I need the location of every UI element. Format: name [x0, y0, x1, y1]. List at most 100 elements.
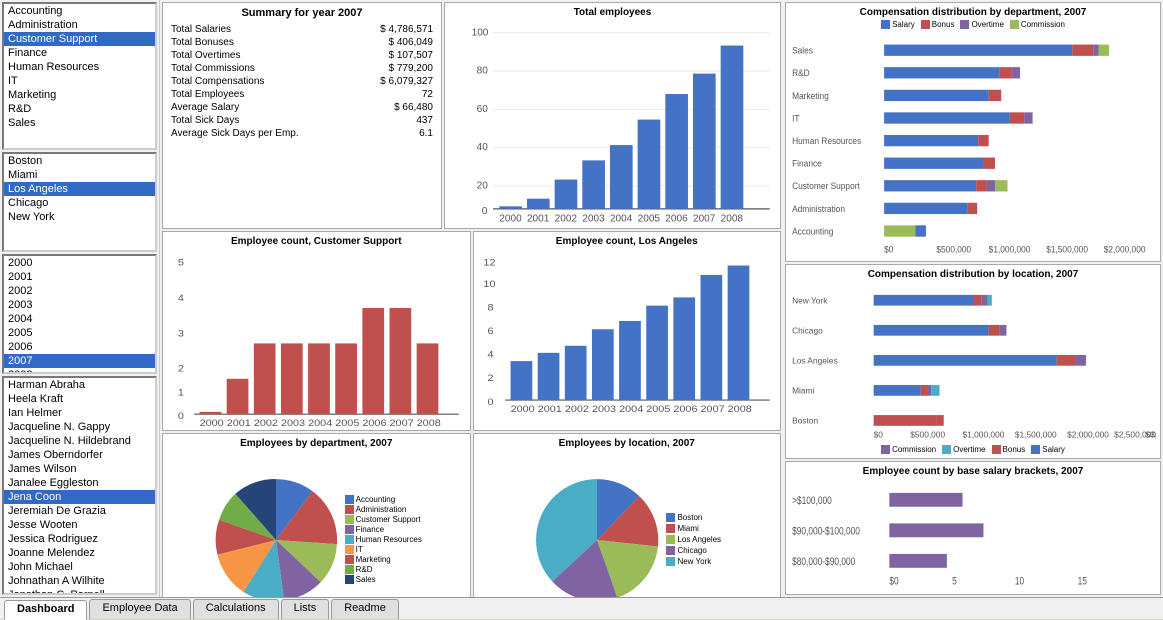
svg-text:Los Angeles: Los Angeles — [792, 355, 838, 365]
list-item[interactable]: 2008 — [4, 368, 155, 374]
list-item[interactable]: Jacqueline N. Gappy — [4, 420, 155, 434]
list-item[interactable]: IT — [4, 74, 155, 88]
list-item[interactable]: 2000 — [4, 256, 155, 270]
city-list[interactable]: BostonMiamiLos AngelesChicagoNew York — [2, 152, 157, 252]
employee-list[interactable]: Harman AbrahaHeela KraftIan HelmerJacque… — [2, 376, 157, 595]
summary-row: Total Compensations$ 6,079,327 — [167, 75, 437, 88]
svg-text:2001: 2001 — [537, 405, 561, 415]
list-item[interactable]: James Oberndorfer — [4, 448, 155, 462]
summary-table: Total Salaries$ 4,786,571Total Bonuses$ … — [167, 23, 437, 140]
list-item[interactable]: Customer Support — [4, 32, 155, 46]
list-item[interactable]: Jessica Rodriguez — [4, 532, 155, 546]
list-item[interactable]: Human Resources — [4, 60, 155, 74]
svg-text:8: 8 — [487, 303, 493, 313]
svg-text:Boston: Boston — [792, 416, 818, 426]
svg-text:2004: 2004 — [610, 214, 633, 225]
list-item[interactable]: Harman Abraha — [4, 378, 155, 392]
tab-calculations[interactable]: Calculations — [193, 599, 279, 619]
list-item[interactable]: Jena Coon — [4, 490, 155, 504]
list-item[interactable]: New York — [4, 210, 155, 224]
svg-text:2005: 2005 — [335, 419, 359, 426]
list-item[interactable]: Janalee Eggleston — [4, 476, 155, 490]
list-item[interactable]: Miami — [4, 168, 155, 182]
svg-text:2001: 2001 — [527, 214, 550, 225]
svg-text:20: 20 — [477, 180, 489, 191]
summary-title: Summary for year 2007 — [167, 7, 437, 19]
svg-text:6: 6 — [487, 327, 493, 337]
list-item[interactable]: 2006 — [4, 340, 155, 354]
svg-text:4: 4 — [178, 294, 184, 304]
list-item[interactable]: James Wilson — [4, 462, 155, 476]
svg-text:2000: 2000 — [499, 214, 522, 225]
summary-row: Total Bonuses$ 406,049 — [167, 36, 437, 49]
svg-text:Human Resources: Human Resources — [792, 136, 862, 146]
tab-lists[interactable]: Lists — [281, 599, 330, 619]
list-item[interactable]: 2007 — [4, 354, 155, 368]
svg-text:Miami: Miami — [792, 386, 814, 396]
svg-text:2007: 2007 — [390, 419, 414, 426]
loc-pie-legend: Boston Miami Los Angeles Chicago New Yor… — [666, 513, 721, 566]
svg-text:60: 60 — [477, 104, 489, 115]
list-item[interactable]: 2002 — [4, 284, 155, 298]
list-item[interactable]: Heela Kraft — [4, 392, 155, 406]
list-item[interactable]: Jonathan C. Parnell — [4, 588, 155, 595]
loc-pie-title: Employees by location, 2007 — [478, 438, 777, 449]
svg-text:$0: $0 — [874, 430, 884, 440]
svg-text:$500,000: $500,000 — [936, 244, 971, 254]
list-item[interactable]: 2005 — [4, 326, 155, 340]
list-item[interactable]: Boston — [4, 154, 155, 168]
total-employees-chart-title: Total employees — [449, 7, 776, 18]
tab-employee-data[interactable]: Employee Data — [89, 599, 190, 619]
list-item[interactable]: 2004 — [4, 312, 155, 326]
tab-readme[interactable]: Readme — [331, 599, 399, 619]
svg-text:40: 40 — [477, 142, 489, 153]
svg-text:2006: 2006 — [362, 419, 386, 426]
list-item[interactable]: Jacqueline N. Hildebrand — [4, 434, 155, 448]
svg-text:1: 1 — [178, 388, 184, 398]
tab-dashboard[interactable]: Dashboard — [4, 600, 87, 620]
list-item[interactable]: R&D — [4, 102, 155, 116]
dept-pie-title: Employees by department, 2007 — [167, 438, 466, 449]
list-item[interactable]: John Michael — [4, 560, 155, 574]
total-employees-chart: 100 80 60 40 20 0 — [449, 20, 776, 224]
svg-text:Finance: Finance — [792, 158, 822, 168]
comp-dept-chart: Sales R&D Marketing IT Human Resources F… — [790, 31, 1156, 257]
list-item[interactable]: Jesse Wooten — [4, 518, 155, 532]
summary-row: Average Salary$ 66,480 — [167, 101, 437, 114]
list-item[interactable]: Jeremiah De Grazia — [4, 504, 155, 518]
svg-text:2006: 2006 — [673, 405, 697, 415]
comp-loc-chart: New York Chicago Los Angeles Miami Bosto… — [790, 282, 1156, 443]
year-list[interactable]: 200020012002200320042005200620072008 — [2, 254, 157, 374]
cs-chart: 5 4 3 2 1 0 — [167, 249, 466, 426]
svg-text:Sales: Sales — [792, 45, 814, 55]
list-item[interactable]: Finance — [4, 46, 155, 60]
list-item[interactable]: Accounting — [4, 4, 155, 18]
list-item[interactable]: Ian Helmer — [4, 406, 155, 420]
list-item[interactable]: Chicago — [4, 196, 155, 210]
list-item[interactable]: Administration — [4, 18, 155, 32]
summary-row: Total Commissions$ 779,200 — [167, 62, 437, 75]
svg-text:New York: New York — [792, 295, 828, 305]
summary-row: Total Employees72 — [167, 88, 437, 101]
list-item[interactable]: Joanne Melendez — [4, 546, 155, 560]
list-item[interactable]: Johnathan A Wilhite — [4, 574, 155, 588]
list-item[interactable]: Sales — [4, 116, 155, 130]
left-panel: AccountingAdministrationCustomer Support… — [0, 0, 160, 597]
department-list[interactable]: AccountingAdministrationCustomer Support… — [2, 2, 157, 150]
svg-text:100: 100 — [472, 27, 489, 38]
list-item[interactable]: Marketing — [4, 88, 155, 102]
svg-text:2004: 2004 — [308, 419, 332, 426]
list-item[interactable]: 2001 — [4, 270, 155, 284]
list-item[interactable]: Los Angeles — [4, 182, 155, 196]
svg-text:80: 80 — [477, 66, 489, 77]
svg-text:3: 3 — [178, 329, 184, 339]
list-item[interactable]: 2003 — [4, 298, 155, 312]
svg-text:2002: 2002 — [254, 419, 278, 426]
svg-text:Marketing: Marketing — [792, 90, 829, 100]
loc-pie-chart: Boston Miami Los Angeles Chicago New Yor… — [478, 451, 777, 597]
svg-text:5: 5 — [178, 258, 184, 268]
svg-text:12: 12 — [483, 258, 495, 268]
salary-bracket-title: Employee count by base salary brackets, … — [790, 466, 1156, 477]
svg-text:2008: 2008 — [721, 214, 744, 225]
svg-text:2000: 2000 — [510, 405, 534, 415]
